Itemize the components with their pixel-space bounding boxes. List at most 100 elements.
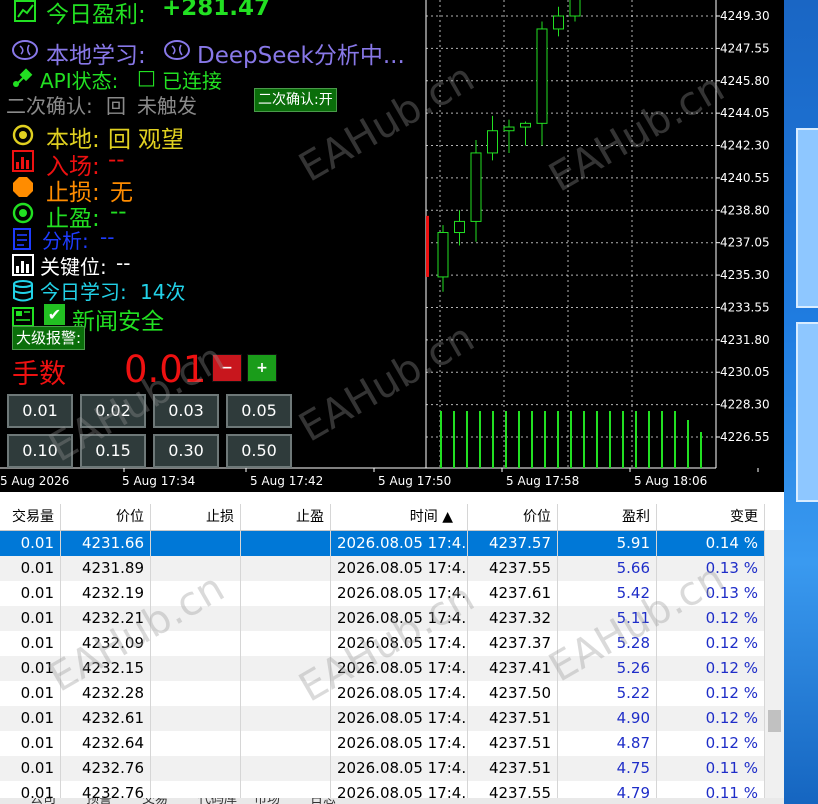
time-tick-label: 5 Aug 17:58 — [506, 474, 579, 488]
terminal-tab[interactable]: 预警 — [86, 798, 112, 804]
cell-volume: 0.01 — [0, 581, 61, 606]
lot-preset-button[interactable]: 0.15 — [80, 434, 146, 468]
cell-profit: 5.26 — [558, 656, 657, 681]
cell-stoploss — [151, 581, 241, 606]
desktop-background — [784, 0, 818, 804]
cell-time: 2026.08.05 17:4... — [331, 656, 468, 681]
cell-change: 0.12 % — [657, 706, 765, 731]
satellite-icon — [12, 68, 34, 92]
cell-profit: 5.91 — [558, 531, 657, 556]
header-takeprofit[interactable]: 止盈 — [241, 504, 331, 530]
scrollbar-thumb[interactable] — [768, 710, 781, 732]
cell-time: 2026.08.05 17:4... — [331, 756, 468, 781]
entry-value: -- — [108, 147, 125, 173]
analysis-value: -- — [100, 225, 115, 249]
price-tick-label: 4231.80 — [720, 333, 770, 347]
table-row[interactable]: 0.01 4231.66 2026.08.05 17:4... 4237.57 5.91… — [0, 531, 765, 556]
table-row[interactable]: 0.01 4232.19 2026.08.05 17:4... 4237.61 5.42… — [0, 581, 765, 606]
learning-value: DeepSeek分析中... — [197, 43, 405, 69]
windows-tile — [796, 322, 818, 502]
terminal-tab[interactable]: 市场 — [254, 798, 280, 804]
cell-price: 4231.89 — [61, 556, 151, 581]
terminal-tab[interactable]: 日志 — [310, 798, 336, 804]
terminal-tab[interactable]: 交易 — [142, 798, 168, 804]
header-current-price[interactable]: 价位 — [468, 504, 558, 530]
trade-table[interactable]: 交易量 价位 止损 止盈 时间 ▲ 价位 盈利 变更 0.01 4231.66 20… — [0, 492, 784, 804]
cell-current-price: 4237.51 — [468, 731, 558, 756]
cell-price: 4232.76 — [61, 756, 151, 781]
cell-price: 4232.19 — [61, 581, 151, 606]
price-tick-label: 4235.30 — [720, 268, 770, 282]
table-row[interactable]: 0.01 4232.64 2026.08.05 17:4... 4237.51 4.87… — [0, 731, 765, 756]
table-row[interactable]: 0.01 4232.61 2026.08.05 17:4... 4237.51 4.90… — [0, 706, 765, 731]
header-time[interactable]: 时间 ▲ — [331, 504, 468, 530]
cell-time: 2026.08.05 17:4... — [331, 681, 468, 706]
lot-preset-button[interactable]: 0.10 — [7, 434, 73, 468]
cell-stoploss — [151, 731, 241, 756]
lot-preset-button[interactable]: 0.02 — [80, 394, 146, 428]
cell-stoploss — [151, 556, 241, 581]
price-tick-label: 4238.80 — [720, 203, 770, 217]
terminal-tab[interactable]: 公司 — [30, 798, 56, 804]
alert-button[interactable]: 大级报警: — [12, 326, 86, 350]
confirm-value: 未触发 — [137, 94, 197, 118]
brain-icon — [164, 39, 190, 65]
lot-increase-button[interactable]: + — [247, 354, 277, 382]
cell-price: 4231.66 — [61, 531, 151, 556]
local-value: 观望 — [138, 127, 184, 153]
table-row[interactable]: 0.01 4232.09 2026.08.05 17:4... 4237.37 5.28… — [0, 631, 765, 656]
lot-preset-button[interactable]: 0.05 — [226, 394, 292, 428]
price-tick-label: 4242.30 — [720, 139, 770, 153]
cell-stoploss — [151, 631, 241, 656]
header-volume[interactable]: 交易量 — [0, 504, 61, 530]
cell-price: 4232.21 — [61, 606, 151, 631]
today-learn-label: 今日学习: — [40, 280, 127, 304]
cell-change: 0.11 % — [657, 756, 765, 781]
cell-price: 4232.15 — [61, 656, 151, 681]
cell-takeprofit — [241, 631, 331, 656]
cell-volume: 0.01 — [0, 531, 61, 556]
cell-takeprofit — [241, 606, 331, 631]
takeprofit-value: -- — [110, 199, 127, 225]
cell-change: 0.12 % — [657, 606, 765, 631]
cell-profit: 5.22 — [558, 681, 657, 706]
cell-price: 4232.28 — [61, 681, 151, 706]
cell-change: 0.12 % — [657, 731, 765, 756]
price-tick-label: 4226.55 — [720, 430, 770, 444]
table-row[interactable]: 0.01 4232.15 2026.08.05 17:4... 4237.41 5.26… — [0, 656, 765, 681]
time-tick-label: 5 Aug 18:06 — [634, 474, 707, 488]
lot-preset-button[interactable]: 0.01 — [7, 394, 73, 428]
cell-change: 0.13 % — [657, 581, 765, 606]
table-row[interactable]: 0.01 4232.76 2026.08.05 17:4... 4237.51 4.75… — [0, 756, 765, 781]
table-row[interactable]: 0.01 4232.28 2026.08.05 17:4... 4237.50 5.22… — [0, 681, 765, 706]
target-icon — [12, 124, 34, 150]
lot-decrease-button[interactable]: − — [212, 354, 242, 382]
terminal-tabs: 公司 预警 交易 代码库 市场 日志 — [0, 798, 784, 804]
table-header: 交易量 价位 止损 止盈 时间 ▲ 价位 盈利 变更 — [0, 504, 765, 531]
cell-current-price: 4237.41 — [468, 656, 558, 681]
table-row[interactable]: 0.01 4232.21 2026.08.05 17:4... 4237.32 5.11… — [0, 606, 765, 631]
confirm-box: 回 — [106, 94, 126, 118]
lot-preset-button[interactable]: 0.03 — [153, 394, 219, 428]
cell-profit: 4.87 — [558, 731, 657, 756]
header-profit[interactable]: 盈利 — [558, 504, 657, 530]
vertical-scrollbar[interactable] — [765, 530, 784, 804]
cell-current-price: 4237.51 — [468, 706, 558, 731]
time-tick-label: 5 Aug 17:50 — [378, 474, 451, 488]
terminal-tab[interactable]: 代码库 — [198, 798, 237, 804]
brain-icon — [12, 39, 38, 65]
lot-preset-button[interactable]: 0.30 — [153, 434, 219, 468]
lot-preset-button[interactable]: 0.50 — [226, 434, 292, 468]
header-change[interactable]: 变更 — [657, 504, 765, 530]
cell-time: 2026.08.05 17:4... — [331, 706, 468, 731]
cell-current-price: 4237.61 — [468, 581, 558, 606]
cell-volume: 0.01 — [0, 556, 61, 581]
confirm-label: 二次确认: — [6, 94, 93, 118]
cell-time: 2026.08.05 17:4... — [331, 631, 468, 656]
header-stoploss[interactable]: 止损 — [151, 504, 241, 530]
lot-value: 0.01 — [124, 348, 207, 391]
header-price[interactable]: 价位 — [61, 504, 151, 530]
cell-takeprofit — [241, 731, 331, 756]
confirm-toggle-button[interactable]: 二次确认:开 — [254, 88, 337, 112]
table-row[interactable]: 0.01 4231.89 2026.08.05 17:4... 4237.55 5.66… — [0, 556, 765, 581]
